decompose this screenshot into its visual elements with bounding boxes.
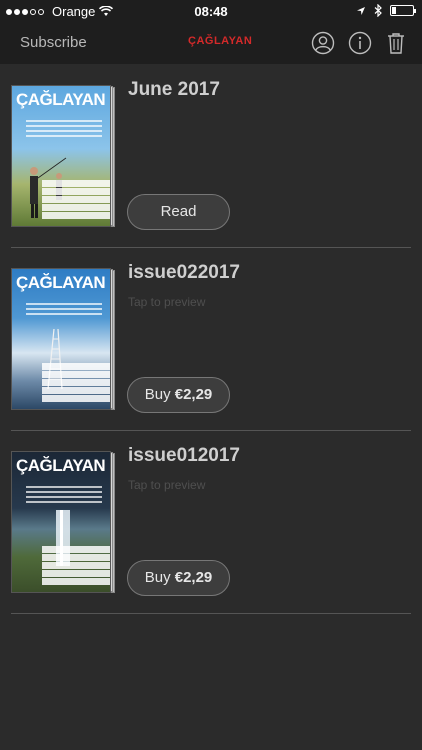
buy-button[interactable]: Buy €2,29 [127, 560, 230, 596]
info-icon[interactable] [348, 31, 372, 55]
status-right [356, 4, 416, 17]
issue-cover[interactable]: ÇAĞLAYAN [11, 85, 115, 228]
cover-masthead: ÇAĞLAYAN [16, 90, 106, 109]
nav-bar: Subscribe ÇAĞLAYAN [0, 24, 422, 64]
issue-row: ÇAĞLAYAN issue022017 Tap to preview Buy … [0, 247, 422, 430]
buy-button-label: Buy [144, 569, 175, 586]
buy-button-label: Buy [144, 386, 175, 403]
issue-cover[interactable]: ÇAĞLAYAN [11, 451, 115, 594]
issue-cover[interactable]: ÇAĞLAYAN [11, 268, 115, 411]
subscribe-button[interactable]: Subscribe [20, 34, 87, 51]
issue-title[interactable]: issue012017 [128, 445, 240, 467]
tap-to-preview-hint: Tap to preview [128, 478, 206, 492]
read-button-label: Read [160, 203, 197, 220]
divider [11, 613, 411, 614]
issue-title[interactable]: June 2017 [128, 79, 220, 101]
tap-to-preview-hint: Tap to preview [128, 295, 206, 309]
buy-button-price: €2,29 [174, 386, 213, 403]
cover-masthead: ÇAĞLAYAN [16, 273, 106, 292]
issue-row: ÇAĞLAYAN issue012017 Tap to preview Buy … [0, 430, 422, 613]
buy-button[interactable]: Buy €2,29 [127, 377, 230, 413]
issue-title[interactable]: issue022017 [128, 262, 240, 284]
bluetooth-icon [374, 4, 382, 17]
brand-logo: ÇAĞLAYAN [188, 35, 253, 47]
cover-masthead: ÇAĞLAYAN [16, 456, 106, 475]
issue-row: ÇAĞLAYAN June 2017 Read [0, 64, 422, 247]
trash-icon[interactable] [384, 31, 408, 55]
buy-button-price: €2,29 [174, 569, 213, 586]
status-bar: Orange 08:48 [0, 0, 422, 24]
location-arrow-icon [357, 6, 365, 15]
profile-icon[interactable] [311, 31, 335, 55]
battery-icon [390, 5, 416, 16]
read-button[interactable]: Read [127, 194, 230, 230]
